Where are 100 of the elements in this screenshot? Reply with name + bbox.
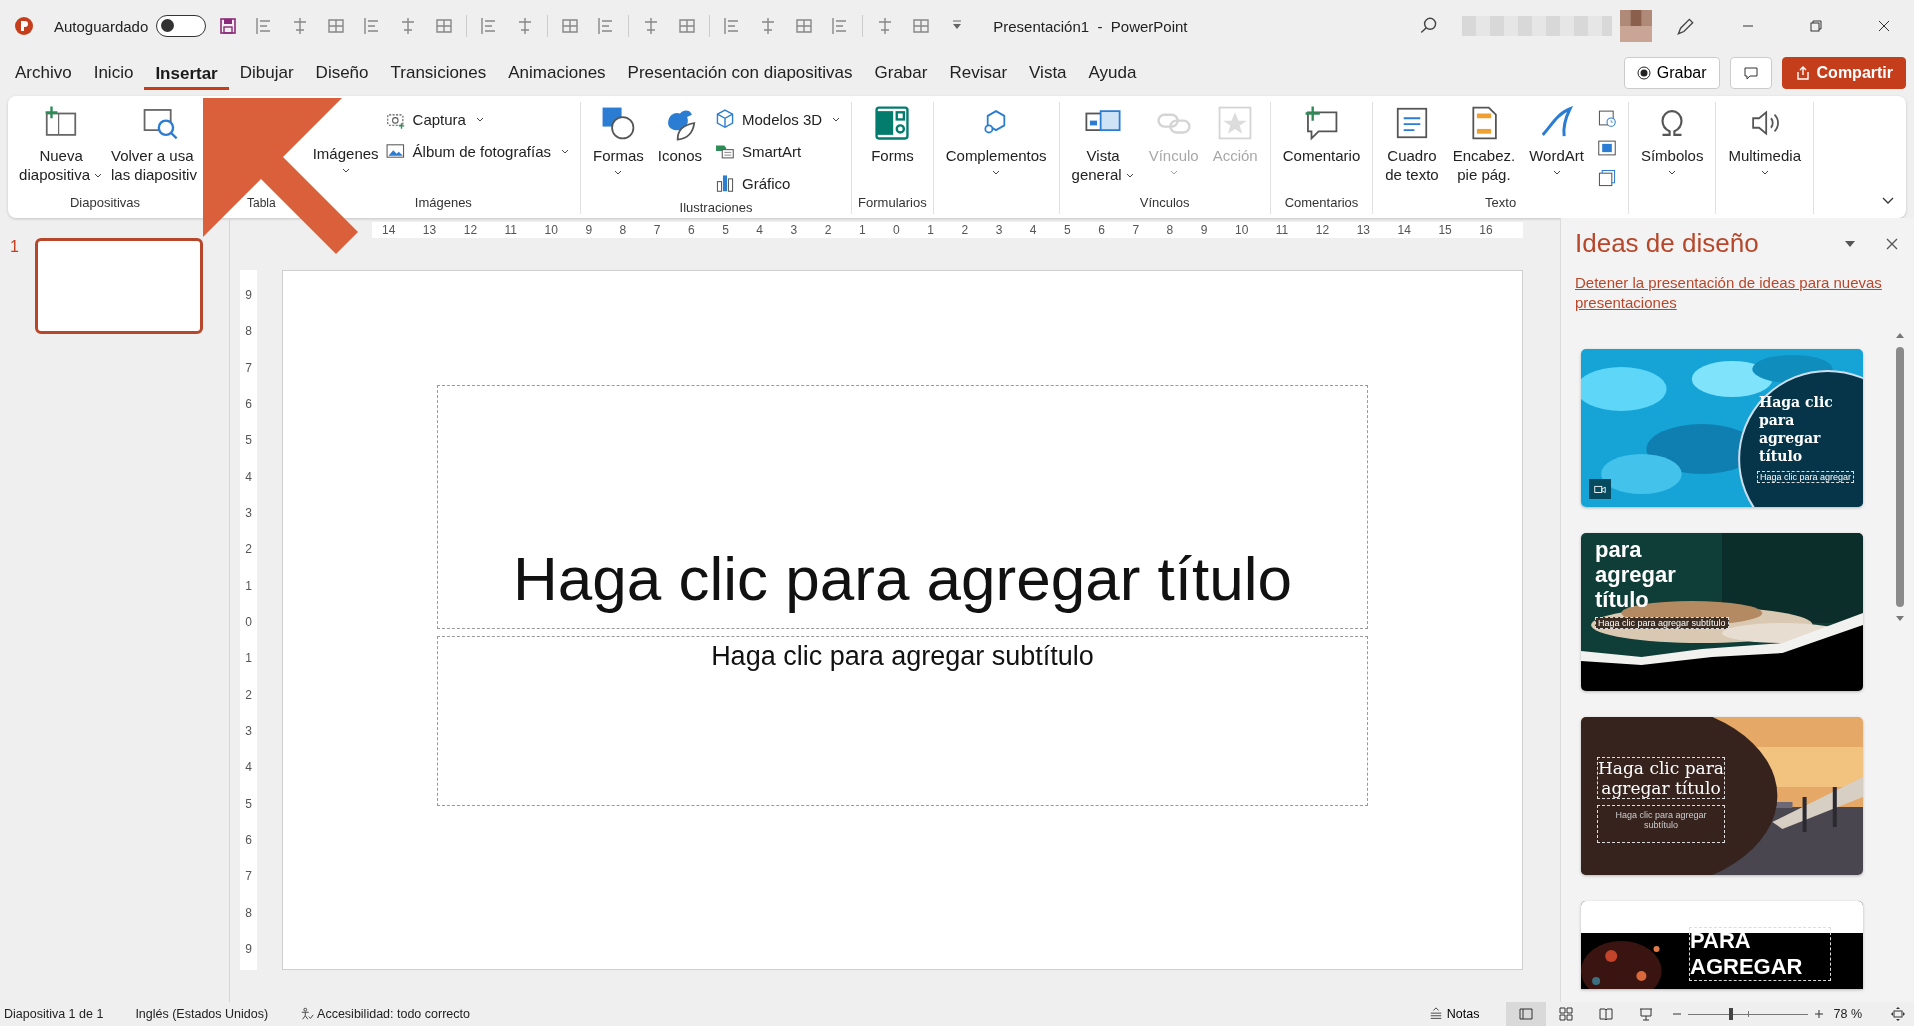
ribbon-button[interactable]: Vista general: [1065, 102, 1141, 193]
ruler-number: 14: [382, 223, 396, 237]
ruler-number: 2: [824, 223, 832, 237]
ruler-number: 7: [245, 360, 252, 375]
zoom-slider-thumb[interactable]: [1728, 1008, 1733, 1020]
ribbon-button[interactable]: Iconos: [651, 102, 709, 198]
accessibility-icon: [300, 1007, 315, 1021]
ruler-number: 11: [1275, 223, 1289, 237]
group-label: Texto: [1485, 194, 1517, 212]
subtitle-placeholder[interactable]: Haga clic para agregar subtítulo: [437, 636, 1368, 806]
ruler-number: 7: [653, 223, 661, 237]
scroll-down-icon[interactable]: [1895, 613, 1905, 623]
group-label: Formularios: [858, 194, 927, 212]
slide-number: 1: [10, 238, 19, 257]
ribbon-tab[interactable]: Archivo: [4, 55, 83, 91]
design-idea-thumbnail[interactable]: PARA AGREGAR: [1581, 901, 1863, 989]
zoom-in-icon[interactable]: [1813, 1009, 1824, 1019]
slide-thumbnail[interactable]: [34, 238, 203, 334]
ribbon-button[interactable]: Encabez. pie pág.: [1446, 102, 1522, 193]
share-button[interactable]: Compartir: [1781, 57, 1906, 89]
ribbon-tab[interactable]: Vista: [1018, 55, 1078, 91]
zoom-level[interactable]: 78 %: [1833, 1007, 1862, 1021]
ruler-number: 9: [585, 223, 593, 237]
save-icon[interactable]: [218, 16, 239, 36]
avatar[interactable]: [1620, 10, 1652, 42]
ruler-number: 7: [245, 869, 252, 884]
ribbon-button[interactable]: Comentario: [1276, 102, 1367, 193]
ribbon-button[interactable]: Cuadro de texto: [1379, 102, 1445, 193]
ruler-number: 13: [1356, 223, 1370, 237]
ribbon-tab[interactable]: Animaciones: [497, 55, 617, 91]
autosave-toggle[interactable]: [156, 15, 207, 37]
ribbon-button[interactable]: Gráfico: [710, 168, 846, 198]
ribbon-tab[interactable]: Transiciones: [379, 55, 498, 91]
ruler-number: 9: [245, 941, 252, 956]
ruler-number: 1: [245, 651, 252, 666]
ribbon-tab[interactable]: Grabar: [863, 55, 939, 91]
scrollbar-thumb[interactable]: [1896, 347, 1904, 607]
ruler-number: 10: [1234, 223, 1249, 237]
design-idea-thumbnail[interactable]: para agregar título Haga clic para agregar subtítulo: [1581, 533, 1863, 691]
ribbon-tab[interactable]: Insertar: [144, 56, 229, 90]
ruler-number: 4: [245, 469, 252, 484]
ribbon-tab[interactable]: Presentación con diapositivas: [616, 55, 864, 91]
record-icon: [1636, 66, 1651, 80]
thumbnail-title: Haga clic para agregar título: [1759, 393, 1834, 465]
comments-button[interactable]: [1729, 57, 1772, 89]
ruler-number: 2: [961, 223, 969, 237]
ruler-number: 5: [1064, 223, 1071, 237]
ribbon-tab[interactable]: Inicio: [82, 55, 145, 91]
ruler-number: 6: [687, 223, 695, 237]
ruler-number: 6: [1098, 223, 1105, 237]
ribbon-button[interactable]: SmartArt: [710, 136, 846, 166]
ribbon-button[interactable]: Volver a usa las diapositiv: [111, 102, 197, 193]
group-label: Imágenes: [414, 194, 472, 212]
group-label: Diapositivas: [69, 194, 141, 212]
ribbon-button[interactable]: WordArt: [1523, 102, 1590, 193]
ribbon-button[interactable]: Complementos: [939, 102, 1053, 214]
ruler-number: 1: [927, 223, 934, 237]
title-placeholder[interactable]: Haga clic para agregar título: [437, 385, 1368, 629]
record-button[interactable]: Grabar: [1623, 57, 1720, 89]
ruler-number: 15: [1438, 223, 1452, 237]
view-button[interactable]: [1505, 1002, 1546, 1026]
fit-to-window-icon[interactable]: [1890, 1006, 1906, 1022]
ribbon-tab[interactable]: Diseño: [304, 55, 380, 91]
ribbon-button[interactable]: Símbolos: [1634, 102, 1710, 214]
ribbon-tab[interactable]: Dibujar: [228, 55, 305, 91]
scroll-up-icon[interactable]: [1895, 331, 1905, 341]
comment-icon: [1742, 65, 1759, 81]
autosave-label: Autoguardado: [54, 17, 149, 35]
ribbon-tab[interactable]: Revisar: [938, 55, 1019, 91]
notes-button[interactable]: Notas: [1421, 1006, 1486, 1022]
ribbon-button[interactable]: Captura: [380, 104, 574, 134]
ruler-number: 1: [858, 223, 866, 237]
slide-count: Diapositiva 1 de 1: [4, 1007, 104, 1021]
ruler-number: 11: [504, 223, 518, 237]
slide-sorter-icon: [1557, 1006, 1574, 1022]
ruler-number: 12: [463, 223, 478, 237]
ruler-number: 4: [245, 760, 252, 775]
language-status[interactable]: Inglés (Estados Unidos): [135, 1007, 269, 1021]
design-idea-thumbnail[interactable]: Haga clic para agregar título Haga clic para agregar: [1581, 349, 1863, 507]
stop-ideas-link[interactable]: Detener la presentación de ideas para nuevas presentaciones: [1575, 273, 1898, 313]
ruler-number: 6: [245, 397, 252, 411]
ruler-number: 0: [893, 223, 900, 237]
thumbnail-title: PARA AGREGAR: [1689, 927, 1831, 981]
group-label: Tabla: [247, 195, 276, 212]
ruler-number: 3: [790, 223, 798, 237]
ruler-number: 3: [245, 505, 252, 520]
ruler-number: 4: [1029, 223, 1037, 237]
ribbon-button[interactable]: Modelos 3D: [710, 104, 846, 134]
ribbon-button[interactable]: Multimedia: [1722, 102, 1807, 214]
ribbon-button[interactable]: Álbum de fotografías: [380, 136, 574, 166]
group-label: Vínculos: [1139, 194, 1190, 212]
ribbon-button[interactable]: Nueva diapositiva: [13, 102, 109, 193]
ribbon-tab[interactable]: Ayuda: [1077, 55, 1148, 91]
ribbon-button[interactable]: Formas: [587, 102, 650, 198]
ruler-number: 6: [245, 832, 252, 847]
ribbon-button[interactable]: Forms: [865, 102, 920, 193]
design-idea-thumbnail[interactable]: Haga clic para agregar título Haga clic para agregar subtítulo: [1581, 717, 1863, 875]
app-logo: [14, 16, 34, 36]
ruler-number: 12: [1315, 223, 1330, 237]
ribbon-button[interactable]: Imágenes: [312, 144, 379, 193]
